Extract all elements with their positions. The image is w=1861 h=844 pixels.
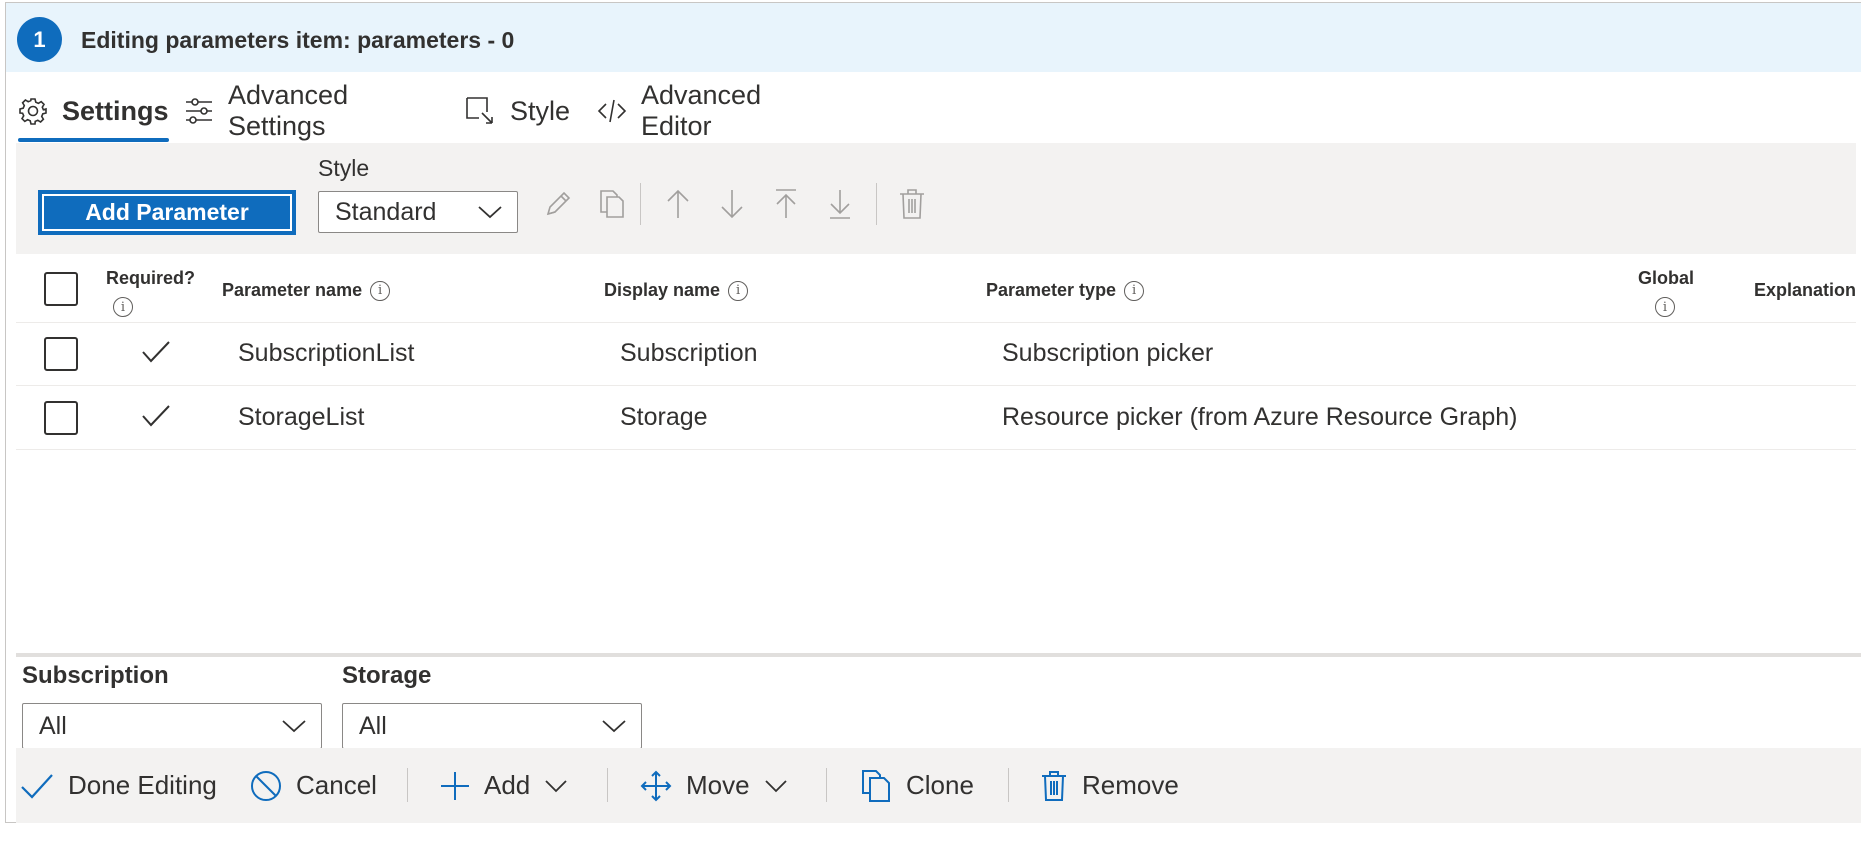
delete-icon[interactable]	[892, 181, 932, 227]
step-number-badge: 1	[17, 17, 62, 62]
chevron-down-icon	[281, 718, 307, 734]
command-divider	[607, 768, 608, 802]
column-header-global: Global	[1638, 268, 1695, 288]
row-checkbox[interactable]	[44, 401, 78, 435]
storage-parameter-value: All	[359, 711, 387, 740]
column-header-required: Required?	[106, 268, 196, 288]
parameters-table-header: Required? i Parameter name i Display nam…	[16, 254, 1856, 323]
style-dropdown[interactable]: Standard	[318, 191, 518, 233]
remove-button[interactable]: Remove	[1040, 748, 1179, 823]
parameters-toolbar: Add Parameter Style Standard	[16, 143, 1856, 254]
tab-label: Advanced Settings	[228, 80, 349, 141]
column-header-display-name: Display name i	[604, 280, 749, 301]
move-down-icon[interactable]	[712, 181, 752, 227]
subscription-parameter-label: Subscription	[22, 662, 169, 689]
table-row[interactable]: SubscriptionList Subscription Subscripti…	[16, 323, 1856, 386]
done-editing-button[interactable]: Done Editing	[20, 748, 217, 823]
editor-header: 1 Editing parameters item: parameters - …	[6, 3, 1861, 72]
copy-icon[interactable]	[592, 181, 632, 227]
display-name-cell: Subscription	[620, 339, 758, 367]
edit-command-bar: Done Editing Cancel Add Move Clone Remov…	[16, 748, 1861, 823]
command-divider	[407, 768, 408, 802]
toolbar-divider	[876, 183, 877, 225]
move-top-icon[interactable]	[766, 181, 806, 227]
chevron-down-icon	[544, 779, 568, 793]
required-check-icon	[140, 402, 172, 435]
chevron-down-icon	[601, 718, 627, 734]
move-up-icon[interactable]	[658, 181, 698, 227]
required-check-icon	[140, 338, 172, 371]
row-checkbox[interactable]	[44, 337, 78, 371]
info-icon[interactable]: i	[1655, 297, 1675, 317]
cancel-icon	[250, 770, 282, 802]
clone-icon	[860, 769, 892, 803]
info-icon[interactable]: i	[1124, 280, 1145, 301]
table-row[interactable]: StorageList Storage Resource picker (fro…	[16, 387, 1856, 450]
subscription-parameter-dropdown[interactable]: All	[22, 703, 322, 749]
toolbar-divider	[640, 183, 641, 225]
info-icon[interactable]: i	[370, 280, 391, 301]
move-icon	[640, 770, 672, 802]
add-parameter-button[interactable]: Add Parameter	[38, 190, 296, 235]
chevron-down-icon	[764, 779, 788, 793]
code-icon	[597, 96, 627, 126]
cancel-button[interactable]: Cancel	[250, 748, 377, 823]
tab-settings[interactable]: Settings	[18, 78, 169, 144]
storage-parameter-dropdown[interactable]: All	[342, 703, 642, 749]
parameter-name-cell: StorageList	[238, 403, 365, 431]
select-all-checkbox[interactable]	[44, 272, 78, 306]
storage-parameter-label: Storage	[342, 662, 432, 689]
parameter-name-cell: SubscriptionList	[238, 339, 415, 367]
parameter-type-cell: Subscription picker	[1002, 339, 1214, 367]
info-icon[interactable]: i	[728, 280, 749, 301]
command-divider	[826, 768, 827, 802]
style-label: Style	[318, 155, 370, 181]
move-button[interactable]: Move	[640, 748, 788, 823]
page-title: Editing parameters item: parameters - 0	[81, 27, 515, 53]
command-divider	[1008, 768, 1009, 802]
tab-advanced-settings[interactable]: Advanced Settings	[184, 78, 348, 144]
tab-style[interactable]: Style	[464, 78, 570, 144]
style-dropdown-value: Standard	[335, 197, 437, 226]
plus-icon	[440, 771, 470, 801]
tab-advanced-editor[interactable]: Advanced Editor	[597, 78, 761, 144]
subscription-parameter-value: All	[39, 711, 67, 740]
checkmark-icon	[20, 771, 54, 801]
sliders-icon	[184, 96, 214, 126]
trash-icon	[1040, 770, 1068, 802]
add-button[interactable]: Add	[440, 748, 568, 823]
column-header-parameter-name: Parameter name i	[222, 280, 391, 301]
parameter-type-cell: Resource picker (from Azure Resource Gra…	[1002, 403, 1518, 431]
info-icon[interactable]: i	[113, 297, 133, 317]
chevron-down-icon	[477, 204, 503, 220]
display-name-cell: Storage	[620, 403, 708, 431]
parameters-panel: Add Parameter Style Standard Required? i…	[16, 143, 1856, 653]
move-bottom-icon[interactable]	[820, 181, 860, 227]
tab-label: Settings	[62, 95, 169, 126]
column-header-parameter-type: Parameter type i	[986, 280, 1145, 301]
preview-divider	[16, 653, 1861, 657]
tab-label: Advanced Editor	[641, 80, 762, 141]
column-header-explanation: Explanation	[1754, 280, 1857, 300]
gear-icon	[18, 96, 48, 126]
edit-icon[interactable]	[538, 181, 578, 227]
clone-button[interactable]: Clone	[860, 748, 974, 823]
style-icon	[464, 95, 496, 127]
tab-label: Style	[510, 95, 571, 126]
